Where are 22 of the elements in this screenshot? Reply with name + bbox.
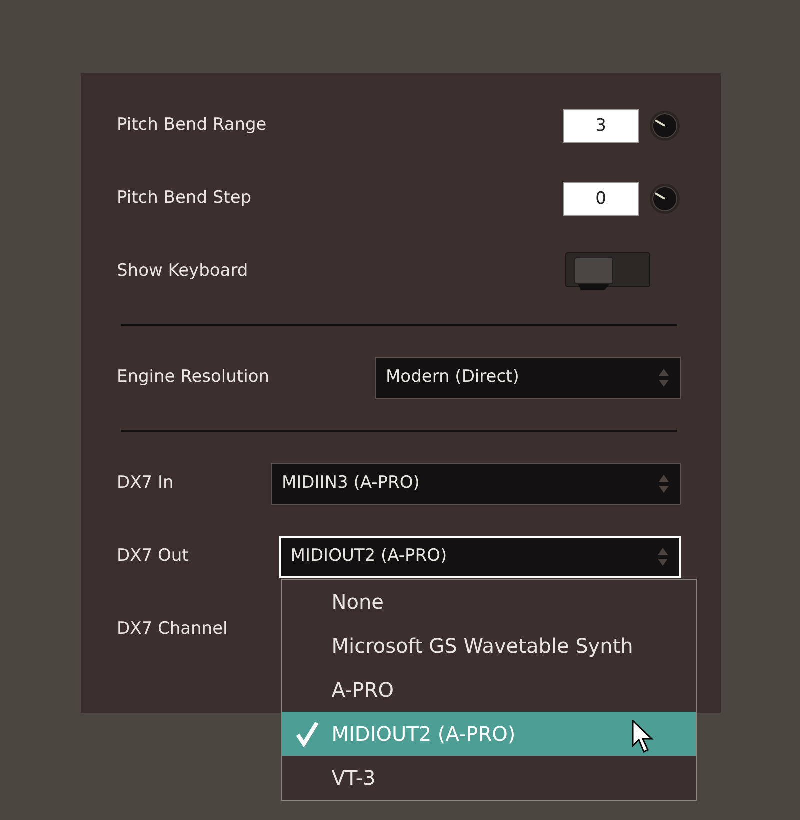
knob[interactable] [649,182,681,214]
knob[interactable] [649,110,681,142]
menu-item[interactable]: VT-3 [282,756,696,800]
setting-label: DX7 Channel [117,618,228,641]
menu-item[interactable]: A-PRO [282,668,696,712]
menu-item[interactable]: Microsoft GS Wavetable Synth [282,624,696,668]
setting-label: Engine Resolution [117,366,270,389]
setting-label: DX7 Out [117,544,189,568]
setting-label: Show Keyboard [117,260,248,283]
setting-label: Pitch Bend Step [117,186,252,210]
number-field[interactable]: 0 [563,182,639,216]
menu-item[interactable]: None [282,580,696,624]
toggle-switch[interactable] [565,252,651,292]
setting-label: Pitch Bend Range [117,114,267,137]
setting-label: DX7 In [117,472,174,495]
updown-arrows-icon [657,546,669,568]
mouse-pointer-icon [632,720,654,754]
number-field[interactable]: 3 [563,108,639,142]
dropdown-select[interactable]: MIDIIN3 (A-PRO) [271,462,681,504]
dropdown-select[interactable]: Modern (Direct) [375,356,681,398]
updown-arrows-icon [658,472,670,494]
updown-arrows-icon [658,366,670,388]
